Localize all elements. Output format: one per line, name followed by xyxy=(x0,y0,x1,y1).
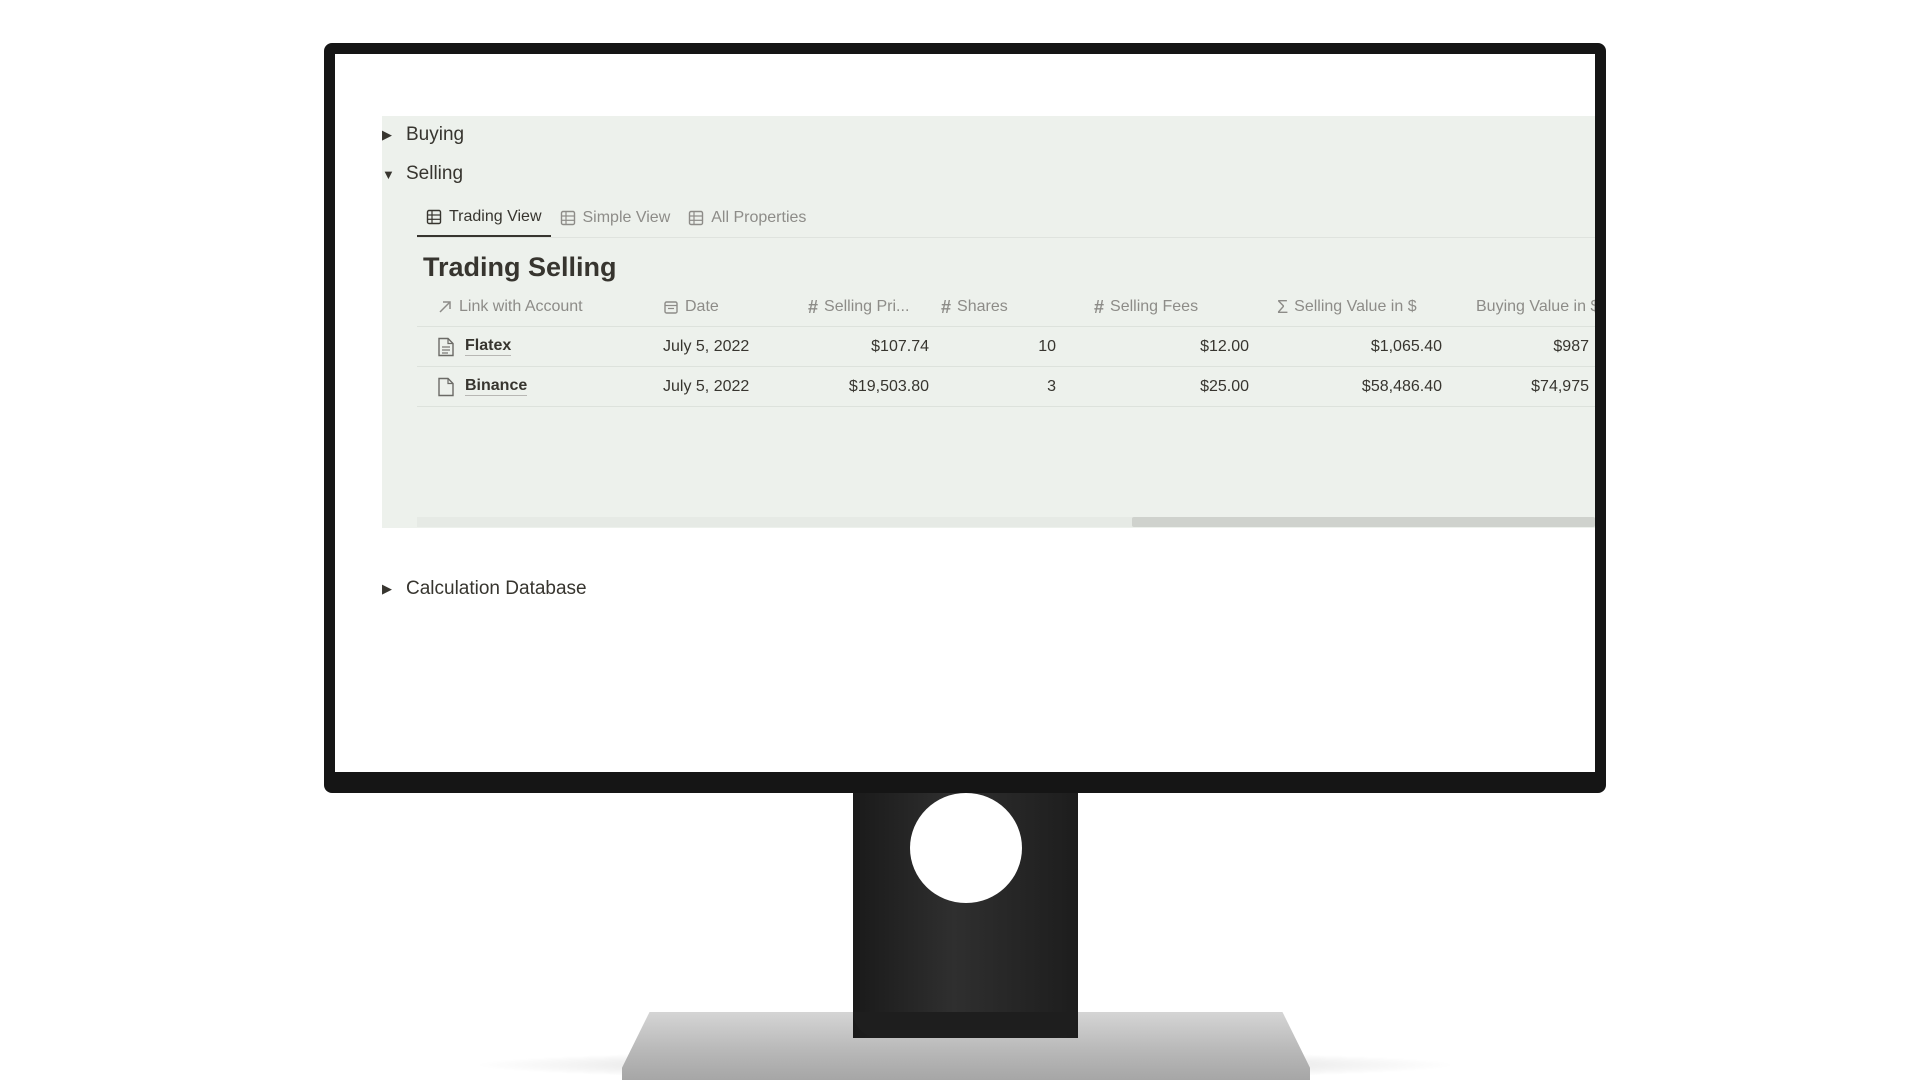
column-header-link-with-account[interactable]: Link with Account xyxy=(417,298,657,316)
monitor-screen: ▶ Buying ▼ Selling Trading View Simple V… xyxy=(335,54,1595,772)
column-header-label: Date xyxy=(685,298,719,315)
tab-all-properties-label: All Properties xyxy=(711,209,807,226)
toggle-selling[interactable]: ▼ Selling xyxy=(382,156,463,192)
row-name-label: Binance xyxy=(465,377,528,396)
cell-selling-value[interactable]: $58,486.40 xyxy=(1255,378,1448,396)
cell-selling-fees[interactable]: $12.00 xyxy=(1062,338,1255,356)
column-header-label: Shares xyxy=(957,298,1008,315)
cell-date[interactable]: July 5, 2022 xyxy=(657,338,802,356)
column-header-label: Link with Account xyxy=(459,298,583,315)
table-header: Link with Account Date # Selling Pri... … xyxy=(417,288,1595,327)
cell-shares[interactable]: 10 xyxy=(935,338,1062,356)
row-name-label: Flatex xyxy=(465,337,512,356)
cable-management-hole xyxy=(910,793,1022,903)
arrow-up-right-icon xyxy=(439,301,451,313)
calendar-icon xyxy=(664,301,678,314)
toggle-buying[interactable]: ▶ Buying xyxy=(382,117,464,153)
column-header-selling-price[interactable]: # Selling Pri... xyxy=(802,297,935,318)
row-name[interactable]: Binance xyxy=(417,377,657,397)
column-header-label: Selling Value in $ xyxy=(1294,298,1417,315)
triangle-down-icon[interactable]: ▼ xyxy=(382,167,406,182)
hash-icon: # xyxy=(941,296,952,317)
triangle-right-icon[interactable]: ▶ xyxy=(382,127,406,143)
buying-band xyxy=(382,116,1595,156)
cell-selling-fees[interactable]: $25.00 xyxy=(1062,378,1255,396)
sigma-icon: Σ xyxy=(1277,296,1289,317)
row-name[interactable]: Flatex xyxy=(417,337,657,357)
tab-trading-view-label: Trading View xyxy=(449,208,542,225)
toggle-buying-label: Buying xyxy=(406,124,465,145)
hash-icon: # xyxy=(1094,296,1105,317)
tab-all-properties[interactable]: All Properties xyxy=(679,199,815,237)
column-header-label: Selling Pri... xyxy=(824,298,910,315)
cell-date[interactable]: July 5, 2022 xyxy=(657,378,802,396)
cell-buying-value[interactable]: $74,975 xyxy=(1448,378,1595,396)
toggle-selling-label: Selling xyxy=(406,163,464,184)
horizontal-scrollbar-thumb[interactable] xyxy=(1132,517,1595,527)
column-header-buying-value[interactable]: Buying Value in $ xyxy=(1448,298,1595,316)
table-row[interactable]: Binance July 5, 2022 $19,503.80 3 $25.00… xyxy=(417,367,1595,407)
cell-selling-price[interactable]: $19,503.80 xyxy=(802,378,935,396)
view-tabs: Trading View Simple View All Properties xyxy=(417,199,1595,238)
column-header-selling-value[interactable]: Σ Selling Value in $ xyxy=(1255,297,1448,318)
column-header-label: Selling Fees xyxy=(1110,298,1199,315)
table-icon xyxy=(426,209,442,225)
table-icon xyxy=(560,210,575,226)
page-icon xyxy=(438,377,454,396)
triangle-right-icon[interactable]: ▶ xyxy=(382,581,406,597)
column-header-date[interactable]: Date xyxy=(657,298,802,316)
cell-shares[interactable]: 3 xyxy=(935,378,1062,396)
tab-simple-view-label: Simple View xyxy=(582,209,671,226)
tab-simple-view[interactable]: Simple View xyxy=(551,199,680,237)
table-row[interactable]: Flatex July 5, 2022 $107.74 10 $12.00 $1… xyxy=(417,327,1595,367)
toggle-calculation-database-label: Calculation Database xyxy=(406,578,587,599)
column-header-label: Buying Value in $ xyxy=(1476,298,1595,315)
page-icon xyxy=(438,337,454,356)
monitor-stand-neck-foot xyxy=(853,1012,1078,1038)
column-header-selling-fees[interactable]: # Selling Fees xyxy=(1062,297,1255,318)
table-icon xyxy=(689,210,704,226)
cell-selling-value[interactable]: $1,065.40 xyxy=(1255,338,1448,356)
database-title[interactable]: Trading Selling xyxy=(423,252,617,283)
cell-selling-price[interactable]: $107.74 xyxy=(802,338,935,356)
database-table: Link with Account Date # Selling Pri... … xyxy=(417,288,1595,407)
hash-icon: # xyxy=(808,296,819,317)
toggle-calculation-database[interactable]: ▶ Calculation Database xyxy=(382,571,587,607)
column-header-shares[interactable]: # Shares xyxy=(935,297,1062,318)
tab-trading-view[interactable]: Trading View xyxy=(417,199,551,237)
cell-buying-value[interactable]: $987 xyxy=(1448,338,1595,356)
